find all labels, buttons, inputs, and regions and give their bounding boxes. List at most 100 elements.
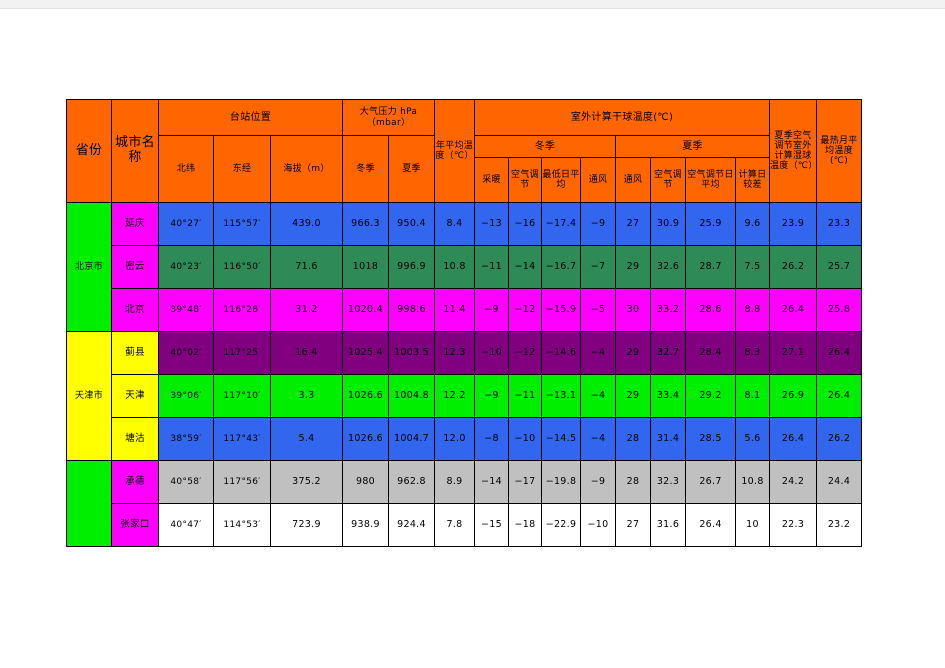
cell-winter-heating: −9 — [474, 374, 509, 418]
cell-summer-aircon-daily-mean: 28.4 — [685, 331, 736, 375]
cell-summer-aircon: 32.6 — [650, 245, 686, 289]
cell-summer-aircon-daily-mean: 28.5 — [685, 417, 736, 461]
cell-longitude: 117°25′ — [213, 331, 271, 375]
table-row: 塘沽 38°59′ 117°43′ 5.4 1026.6 1004.7 12.0 −8 −10−… — [67, 417, 862, 461]
header-summer-aircon-daily-mean: 空气调节日平均 — [685, 157, 736, 203]
cell-pressure-winter: 1025.4 — [342, 331, 389, 375]
header-row-1: 省份 城市名称 台站位置 大气压力 hPa（mbar） 年平均温度（℃） 室外计… — [66, 99, 862, 203]
cell-hottest-month-mean: 23.2 — [816, 503, 862, 547]
header-summer-aircon: 空气调节 — [650, 157, 686, 203]
cell-winter-min-daily-mean: −14.6 — [541, 331, 581, 375]
header-pressure-winter: 冬季 — [342, 135, 389, 203]
cell-pressure-winter: 1026.6 — [342, 417, 389, 461]
cell-winter-aircon: −17 — [508, 460, 542, 504]
cell-hottest-month-mean: 26.4 — [816, 331, 862, 375]
cell-winter-aircon: −10 — [508, 417, 542, 461]
cell-summer-ventilation: 28 — [615, 417, 651, 461]
header-winter-min-daily-mean: 最低日平均 — [541, 157, 581, 203]
cell-longitude: 116°28′ — [213, 288, 271, 332]
cell-summer-aircon-daily-mean: 29.2 — [685, 374, 736, 418]
cell-province: 北京市 — [66, 202, 112, 332]
cell-annual-mean-temp: 12.2 — [434, 374, 475, 418]
cell-winter-aircon: −12 — [508, 288, 542, 332]
cell-altitude: 16.4 — [270, 331, 343, 375]
table-row: 北京 39°48′ 116°28′ 31.2 1020.4 998.6 11.4 −9 −12−… — [67, 288, 862, 332]
cell-latitude: 40°27′ — [158, 202, 214, 246]
cell-latitude: 39°48′ — [158, 288, 214, 332]
cell-winter-aircon: −12 — [508, 331, 542, 375]
cell-annual-mean-temp: 12.0 — [434, 417, 475, 461]
header-summer-daily-range: 计算日较差 — [735, 157, 770, 203]
cell-summer-daily-range: 10 — [735, 503, 770, 547]
cell-city-name: 张家口 — [111, 503, 159, 547]
cell-annual-mean-temp: 8.9 — [434, 460, 475, 504]
cell-summer-aircon: 31.4 — [650, 417, 686, 461]
cell-summer-aircon: 33.2 — [650, 288, 686, 332]
cell-annual-mean-temp: 10.8 — [434, 245, 475, 289]
cell-summer-aircon-daily-mean: 26.7 — [685, 460, 736, 504]
cell-longitude: 117°56′ — [213, 460, 271, 504]
cell-latitude: 40°02′ — [158, 331, 214, 375]
cell-winter-ventilation: −4 — [580, 331, 616, 375]
header-station-location: 台站位置 — [158, 99, 343, 136]
cell-latitude: 39°06′ — [158, 374, 214, 418]
cell-summer-aircon: 31.6 — [650, 503, 686, 547]
cell-winter-ventilation: −5 — [580, 288, 616, 332]
cell-pressure-winter: 1018 — [342, 245, 389, 289]
cell-altitude: 723.9 — [270, 503, 343, 547]
cell-city-name: 蓟县 — [111, 331, 159, 375]
header-province: 省份 — [66, 99, 112, 203]
cell-winter-heating: −8 — [474, 417, 509, 461]
cell-summer-ventilation: 29 — [615, 245, 651, 289]
table-row: 北京市 延庆 40°27′ 115°57′ 439.0 966.3 950.4 8.4 −13−… — [66, 202, 862, 332]
cell-summer-wetbulb: 24.2 — [769, 460, 817, 504]
cell-winter-min-daily-mean: −19.8 — [541, 460, 581, 504]
cell-winter-min-daily-mean: −17.4 — [541, 202, 581, 246]
cell-summer-wetbulb: 27.1 — [769, 331, 817, 375]
cell-summer-daily-range: 9.6 — [735, 202, 770, 246]
cell-pressure-summer: 924.4 — [388, 503, 435, 547]
cell-altitude: 3.3 — [270, 374, 343, 418]
cell-summer-ventilation: 30 — [615, 288, 651, 332]
spreadsheet-canvas: 省份 城市名称 台站位置 大气压力 hPa（mbar） 年平均温度（℃） 室外计… — [0, 0, 945, 668]
cell-winter-heating: −9 — [474, 288, 509, 332]
table-body: 北京市 延庆 40°27′ 115°57′ 439.0 966.3 950.4 8.4 −13−… — [66, 202, 862, 547]
cell-summer-daily-range: 8.1 — [735, 374, 770, 418]
table-header: 省份 城市名称 台站位置 大气压力 hPa（mbar） 年平均温度（℃） 室外计… — [66, 99, 862, 203]
cell-summer-wetbulb: 23.9 — [769, 202, 817, 246]
cell-latitude: 38°59′ — [158, 417, 214, 461]
cell-summer-ventilation: 28 — [615, 460, 651, 504]
cell-summer-aircon: 30.9 — [650, 202, 686, 246]
header-winter-aircon: 空气调节 — [508, 157, 542, 203]
cell-summer-wetbulb: 22.3 — [769, 503, 817, 547]
cell-winter-heating: −15 — [474, 503, 509, 547]
cell-hottest-month-mean: 25.8 — [816, 288, 862, 332]
cell-pressure-winter: 938.9 — [342, 503, 389, 547]
cell-summer-ventilation: 27 — [615, 202, 651, 246]
header-altitude: 海拔（m） — [270, 135, 343, 203]
header-latitude: 北纬 — [158, 135, 214, 203]
cell-hottest-month-mean: 26.2 — [816, 417, 862, 461]
cell-altitude: 375.2 — [270, 460, 343, 504]
cell-latitude: 40°58′ — [158, 460, 214, 504]
cell-pressure-summer: 998.6 — [388, 288, 435, 332]
cell-pressure-summer: 996.9 — [388, 245, 435, 289]
cell-pressure-summer: 1004.8 — [388, 374, 435, 418]
cell-winter-aircon: −18 — [508, 503, 542, 547]
cell-city-name: 塘沽 — [111, 417, 159, 461]
header-atmospheric-pressure: 大气压力 hPa（mbar） — [342, 99, 435, 136]
header-summer-group: 夏季 — [615, 135, 770, 158]
cell-summer-aircon: 32.3 — [650, 460, 686, 504]
cell-winter-heating: −14 — [474, 460, 509, 504]
cell-province: 天津市 — [66, 331, 112, 461]
cell-pressure-summer: 1003.5 — [388, 331, 435, 375]
cell-pressure-summer: 950.4 — [388, 202, 435, 246]
cell-winter-ventilation: −9 — [580, 202, 616, 246]
cell-city-name: 密云 — [111, 245, 159, 289]
cell-summer-daily-range: 8.8 — [735, 288, 770, 332]
cell-hottest-month-mean: 26.4 — [816, 374, 862, 418]
cell-summer-daily-range: 5.6 — [735, 417, 770, 461]
cell-winter-aircon: −14 — [508, 245, 542, 289]
cell-longitude: 115°57′ — [213, 202, 271, 246]
climate-data-table: 省份 城市名称 台站位置 大气压力 hPa（mbar） 年平均温度（℃） 室外计… — [66, 99, 862, 547]
